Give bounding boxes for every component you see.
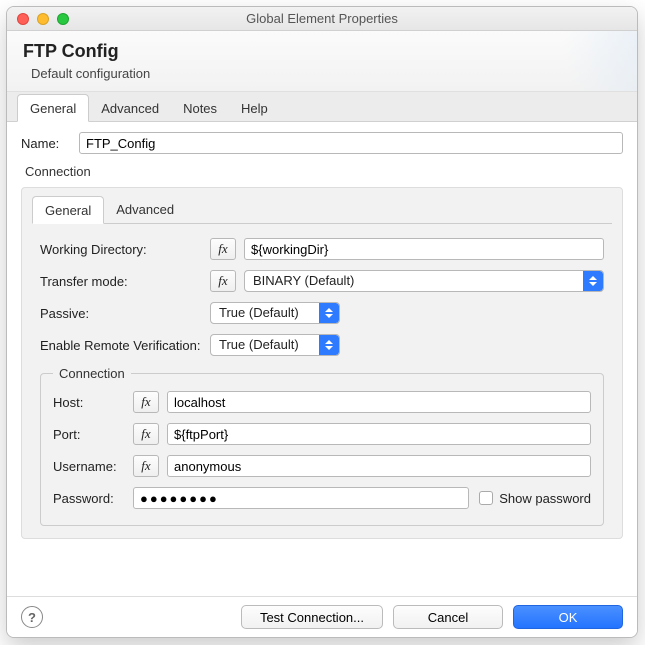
- remote-verification-row: Enable Remote Verification: True (Defaul…: [40, 334, 604, 356]
- transfer-mode-select[interactable]: BINARY (Default): [244, 270, 604, 292]
- top-tabs: General Advanced Notes Help: [7, 92, 637, 122]
- connection-section-label: Connection: [25, 164, 623, 179]
- working-directory-label: Working Directory:: [40, 242, 210, 257]
- inner-tab-advanced[interactable]: Advanced: [104, 196, 186, 223]
- dialog-body: Name: Connection General Advanced Workin…: [7, 122, 637, 596]
- host-label: Host:: [53, 395, 133, 410]
- config-title: FTP Config: [23, 41, 621, 62]
- cancel-button[interactable]: Cancel: [393, 605, 503, 629]
- inner-tabs: General Advanced: [32, 196, 612, 224]
- dialog-footer: ? Test Connection... Cancel OK: [7, 596, 637, 637]
- fx-icon[interactable]: fx: [133, 455, 159, 477]
- fx-icon[interactable]: fx: [133, 391, 159, 413]
- username-label: Username:: [53, 459, 133, 474]
- fx-icon[interactable]: fx: [210, 270, 236, 292]
- passive-label: Passive:: [40, 306, 210, 321]
- name-label: Name:: [21, 136, 71, 151]
- tab-help[interactable]: Help: [229, 95, 280, 121]
- fx-icon[interactable]: fx: [133, 423, 159, 445]
- chevron-updown-icon: [319, 303, 339, 323]
- passive-select[interactable]: True (Default): [210, 302, 340, 324]
- working-directory-row: Working Directory: fx: [40, 238, 604, 260]
- name-row: Name:: [21, 132, 623, 154]
- fx-icon[interactable]: fx: [210, 238, 236, 260]
- show-password-checkbox[interactable]: [479, 491, 493, 505]
- connection-panel: General Advanced Working Directory: fx T…: [21, 187, 623, 539]
- window-title: Global Element Properties: [7, 11, 637, 26]
- titlebar: Global Element Properties: [7, 7, 637, 31]
- username-input[interactable]: [167, 455, 591, 477]
- config-subtitle: Default configuration: [31, 66, 621, 81]
- password-label: Password:: [53, 491, 133, 506]
- passive-value: True (Default): [219, 305, 299, 320]
- name-input[interactable]: [79, 132, 623, 154]
- passive-row: Passive: True (Default): [40, 302, 604, 324]
- dialog-window: Global Element Properties FTP Config Def…: [6, 6, 638, 638]
- inner-panel: Working Directory: fx Transfer mode: fx …: [32, 234, 612, 526]
- username-row: Username: fx: [53, 455, 591, 477]
- connection-group: Connection Host: fx Port: fx Username: f…: [40, 366, 604, 526]
- test-connection-button[interactable]: Test Connection...: [241, 605, 383, 629]
- inner-tab-general[interactable]: General: [32, 196, 104, 224]
- tab-advanced[interactable]: Advanced: [89, 95, 171, 121]
- port-input[interactable]: [167, 423, 591, 445]
- transfer-mode-row: Transfer mode: fx BINARY (Default): [40, 270, 604, 292]
- remote-verification-select[interactable]: True (Default): [210, 334, 340, 356]
- remote-verification-label: Enable Remote Verification:: [40, 338, 210, 353]
- host-row: Host: fx: [53, 391, 591, 413]
- chevron-updown-icon: [583, 271, 603, 291]
- ok-button[interactable]: OK: [513, 605, 623, 629]
- help-icon[interactable]: ?: [21, 606, 43, 628]
- transfer-mode-value: BINARY (Default): [253, 273, 354, 288]
- connection-legend: Connection: [53, 366, 131, 381]
- tab-notes[interactable]: Notes: [171, 95, 229, 121]
- tab-general[interactable]: General: [17, 94, 89, 122]
- password-input[interactable]: [133, 487, 469, 509]
- port-row: Port: fx: [53, 423, 591, 445]
- chevron-updown-icon: [319, 335, 339, 355]
- transfer-mode-label: Transfer mode:: [40, 274, 210, 289]
- password-row: Password: Show password: [53, 487, 591, 509]
- working-directory-input[interactable]: [244, 238, 604, 260]
- remote-verification-value: True (Default): [219, 337, 299, 352]
- show-password-label: Show password: [499, 491, 591, 506]
- dialog-header: FTP Config Default configuration: [7, 31, 637, 92]
- port-label: Port:: [53, 427, 133, 442]
- host-input[interactable]: [167, 391, 591, 413]
